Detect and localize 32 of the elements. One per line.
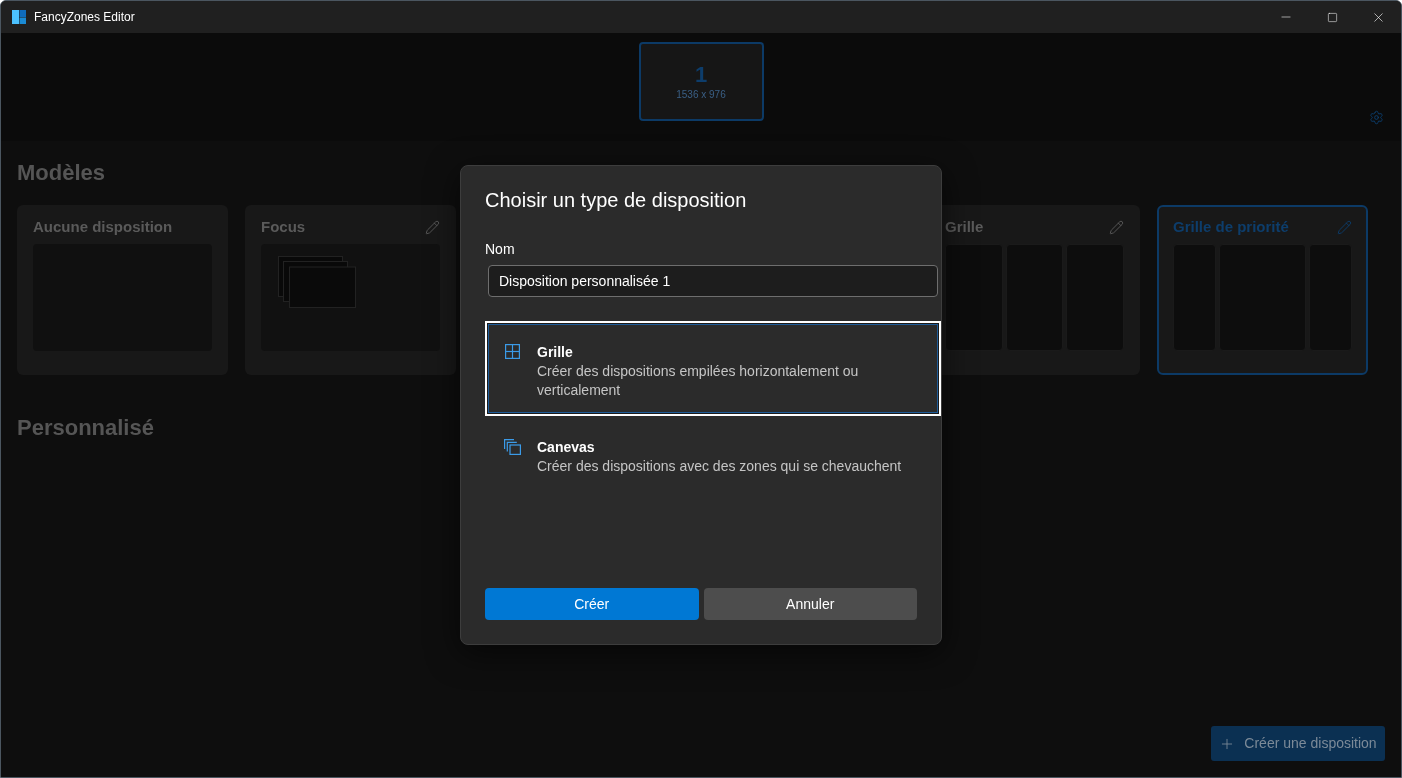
layout-card-title: Focus xyxy=(261,217,306,237)
option-title: Canevas xyxy=(537,438,595,457)
app-logo-icon xyxy=(12,10,26,24)
dialog-title: Choisir un type de disposition xyxy=(485,188,747,213)
field-label: Nom xyxy=(485,240,515,259)
edit-icon[interactable] xyxy=(1109,219,1124,235)
edit-icon[interactable] xyxy=(1337,219,1352,235)
section-heading: Personnalisé xyxy=(17,414,154,442)
layout-type-option[interactable]: Grille Créer des dispositions empilées horizontalement ou verticalement xyxy=(485,321,941,416)
option-description: Créer des dispositions empilées horizontalement ou verticalement xyxy=(537,362,860,400)
edit-icon[interactable] xyxy=(425,219,440,235)
monitor-number: 1 xyxy=(694,62,708,88)
create-layout-button[interactable]: Créer une disposition xyxy=(1211,726,1385,761)
layout-card-title: Grille de priorité xyxy=(1173,217,1289,237)
option-description: Créer des dispositions avec des zones qui se chevauchent xyxy=(537,457,902,476)
name-input[interactable]: Disposition personnalisée 1 xyxy=(488,265,938,297)
section-heading: Modèles xyxy=(17,159,106,187)
cancel-button[interactable]: Annuler xyxy=(703,588,917,620)
monitor-tile[interactable]: 1 1536 x 976 xyxy=(638,42,764,121)
layout-card-title: Grille xyxy=(945,217,984,237)
window-title: FancyZones Editor xyxy=(34,9,135,26)
stacked-windows-icon xyxy=(503,439,521,455)
maximize-icon xyxy=(1326,11,1338,23)
option-title: Grille xyxy=(537,343,573,362)
layout-card[interactable]: Focus xyxy=(245,205,456,375)
monitor-resolution: 1536 x 976 xyxy=(676,88,726,101)
layout-card-title: Aucune disposition xyxy=(33,217,173,237)
layout-card[interactable]: Aucune disposition xyxy=(17,205,228,375)
layout-type-option[interactable]: Canevas Créer des dispositions avec des zones qui se chevauchent xyxy=(485,416,941,492)
create-button[interactable]: Créer xyxy=(485,588,699,620)
settings-icon[interactable] xyxy=(1369,110,1384,125)
grid-icon xyxy=(504,344,520,359)
